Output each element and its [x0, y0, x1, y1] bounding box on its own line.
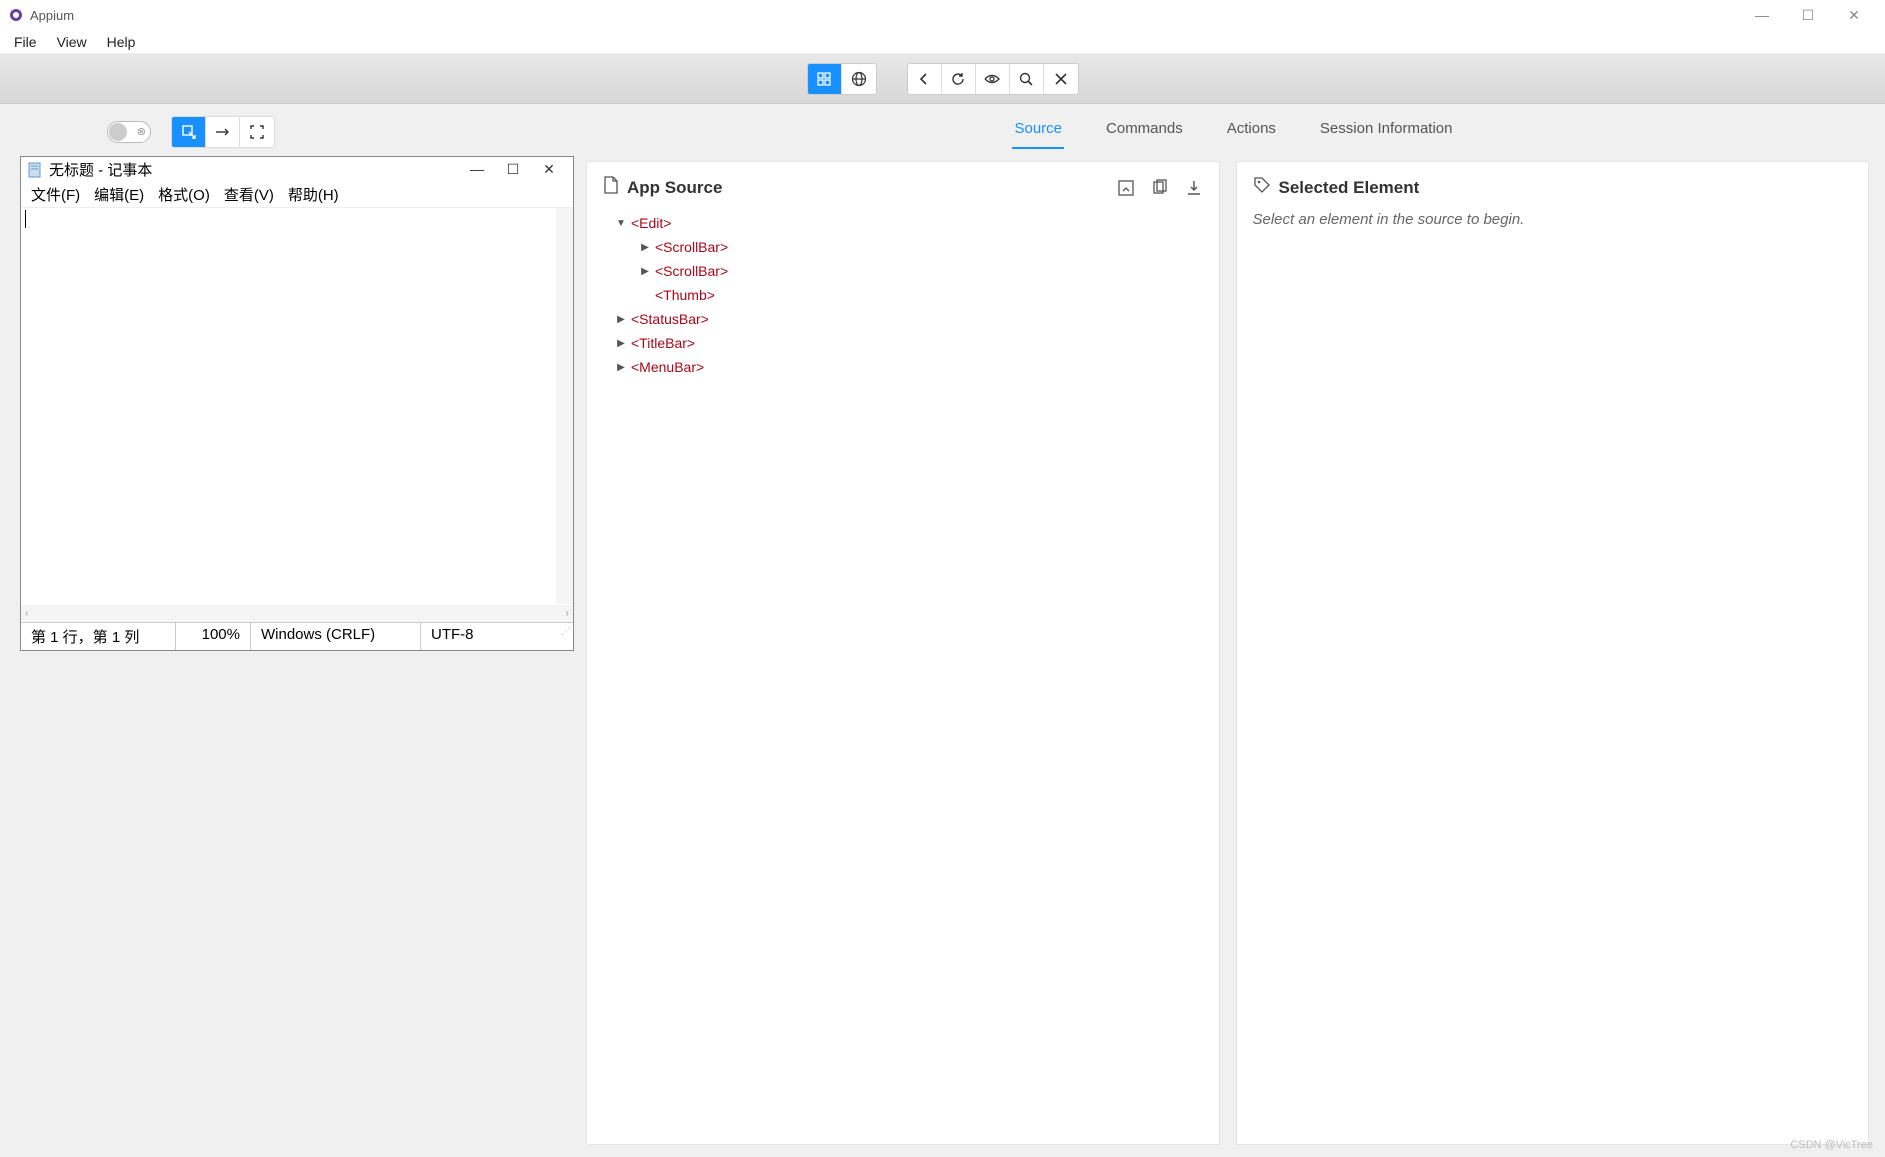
tree-tag[interactable]: <ScrollBar>: [655, 239, 728, 255]
download-icon[interactable]: [1185, 179, 1203, 197]
file-icon: [603, 176, 619, 199]
tree-node[interactable]: ▼ <Edit>: [603, 211, 1203, 235]
chevron-down-icon[interactable]: ▼: [615, 218, 627, 229]
inspector-tabs: Source Commands Actions Session Informat…: [582, 104, 1885, 149]
tree-node[interactable]: ▶ <ScrollBar>: [603, 235, 1203, 259]
source-panel-title: App Source: [627, 178, 1109, 198]
tree-node[interactable]: ▶ <MenuBar>: [603, 355, 1203, 379]
status-zoom: 100%: [176, 623, 251, 650]
swipe-button[interactable]: [206, 117, 240, 147]
tree-node[interactable]: ▶ <StatusBar>: [603, 307, 1203, 331]
preview-menu-edit: 编辑(E): [90, 184, 148, 205]
preview-menu-format: 格式(O): [154, 184, 214, 205]
notepad-icon: [27, 162, 43, 178]
back-button[interactable]: [908, 64, 942, 94]
preview-scrollbar-h: ‹›: [21, 605, 573, 622]
select-element-button[interactable]: [172, 117, 206, 147]
chevron-right-icon[interactable]: ▶: [615, 362, 627, 373]
preview-menu-help: 帮助(H): [284, 184, 343, 205]
minimize-button[interactable]: —: [1739, 0, 1785, 30]
quit-button[interactable]: [1044, 64, 1078, 94]
web-view-button[interactable]: [842, 64, 876, 94]
selected-placeholder: Select an element in the source to begin…: [1253, 211, 1853, 228]
menu-help[interactable]: Help: [97, 32, 146, 52]
mjpeg-toggle[interactable]: ⊗: [107, 121, 151, 143]
selected-panel-title: Selected Element: [1279, 178, 1853, 198]
tab-actions[interactable]: Actions: [1225, 114, 1278, 149]
tag-icon: [1253, 176, 1271, 199]
tree-tag[interactable]: <StatusBar>: [631, 311, 709, 327]
app-screenshot[interactable]: 无标题 - 记事本 — ☐ ✕ 文件(F) 编辑(E) 格式(O) 查看(V) …: [20, 156, 574, 651]
grid-view-button[interactable]: [808, 64, 842, 94]
status-encoding: UTF-8: [421, 623, 559, 650]
watermark: CSDN @VicTree: [1790, 1139, 1873, 1151]
app-source-panel: App Source ▼ <Edit> ▶ <ScrollBar> ▶ <ScrollBa…: [586, 161, 1220, 1145]
status-position: 第 1 行，第 1 列: [21, 623, 176, 650]
nav-group: [907, 63, 1079, 95]
fullscreen-button[interactable]: [240, 117, 274, 147]
tree-tag[interactable]: <ScrollBar>: [655, 263, 728, 279]
download-xml-icon[interactable]: [1117, 179, 1135, 197]
selected-element-panel: Selected Element Select an element in th…: [1236, 161, 1870, 1145]
window-title: Appium: [30, 8, 74, 23]
tree-node[interactable]: ▶ <TitleBar>: [603, 331, 1203, 355]
text-cursor: [25, 210, 26, 228]
preview-menu-view: 查看(V): [220, 184, 278, 205]
tree-tag[interactable]: <Edit>: [631, 215, 671, 231]
tab-source[interactable]: Source: [1012, 114, 1064, 149]
menu-view[interactable]: View: [47, 32, 97, 52]
status-eol: Windows (CRLF): [251, 623, 421, 650]
chevron-right-icon[interactable]: ▶: [615, 314, 627, 325]
chevron-right-icon[interactable]: ▶: [639, 242, 651, 253]
chevron-right-icon[interactable]: ▶: [615, 338, 627, 349]
tree-tag[interactable]: <MenuBar>: [631, 359, 704, 375]
tree-tag[interactable]: <Thumb>: [655, 287, 715, 303]
tab-commands[interactable]: Commands: [1104, 114, 1185, 149]
preview-max-icon: ☐: [505, 161, 521, 178]
preview-title: 无标题 - 记事本: [49, 159, 463, 180]
window-titlebar: Appium — ☐ ✕: [0, 0, 1885, 30]
tree-node[interactable]: <Thumb>: [603, 283, 1203, 307]
appium-icon: [8, 7, 24, 23]
tab-session-info[interactable]: Session Information: [1318, 114, 1455, 149]
maximize-button[interactable]: ☐: [1785, 0, 1831, 30]
preview-scrollbar-v: [556, 208, 573, 604]
screenshot-pane: ⊗ 无标题 - 记事本 — ☐ ✕ 文件(F) 编辑(E) 格: [0, 104, 582, 1157]
chevron-right-icon[interactable]: ▶: [639, 266, 651, 277]
source-tree: ▼ <Edit> ▶ <ScrollBar> ▶ <ScrollBar> <Thumb> ▶ <…: [603, 211, 1203, 379]
app-menubar: File View Help: [0, 30, 1885, 54]
eye-button[interactable]: [976, 64, 1010, 94]
preview-close-icon: ✕: [541, 161, 557, 178]
preview-min-icon: —: [469, 161, 485, 178]
main-toolbar: [0, 54, 1885, 104]
view-mode-group: [807, 63, 877, 95]
menu-file[interactable]: File: [4, 32, 47, 52]
tree-tag[interactable]: <TitleBar>: [631, 335, 695, 351]
resize-grip-icon: ⋰: [559, 623, 573, 650]
refresh-button[interactable]: [942, 64, 976, 94]
preview-menu-file: 文件(F): [27, 184, 84, 205]
copy-xml-icon[interactable]: [1151, 179, 1169, 197]
search-button[interactable]: [1010, 64, 1044, 94]
close-button[interactable]: ✕: [1831, 0, 1877, 30]
tree-node[interactable]: ▶ <ScrollBar>: [603, 259, 1203, 283]
